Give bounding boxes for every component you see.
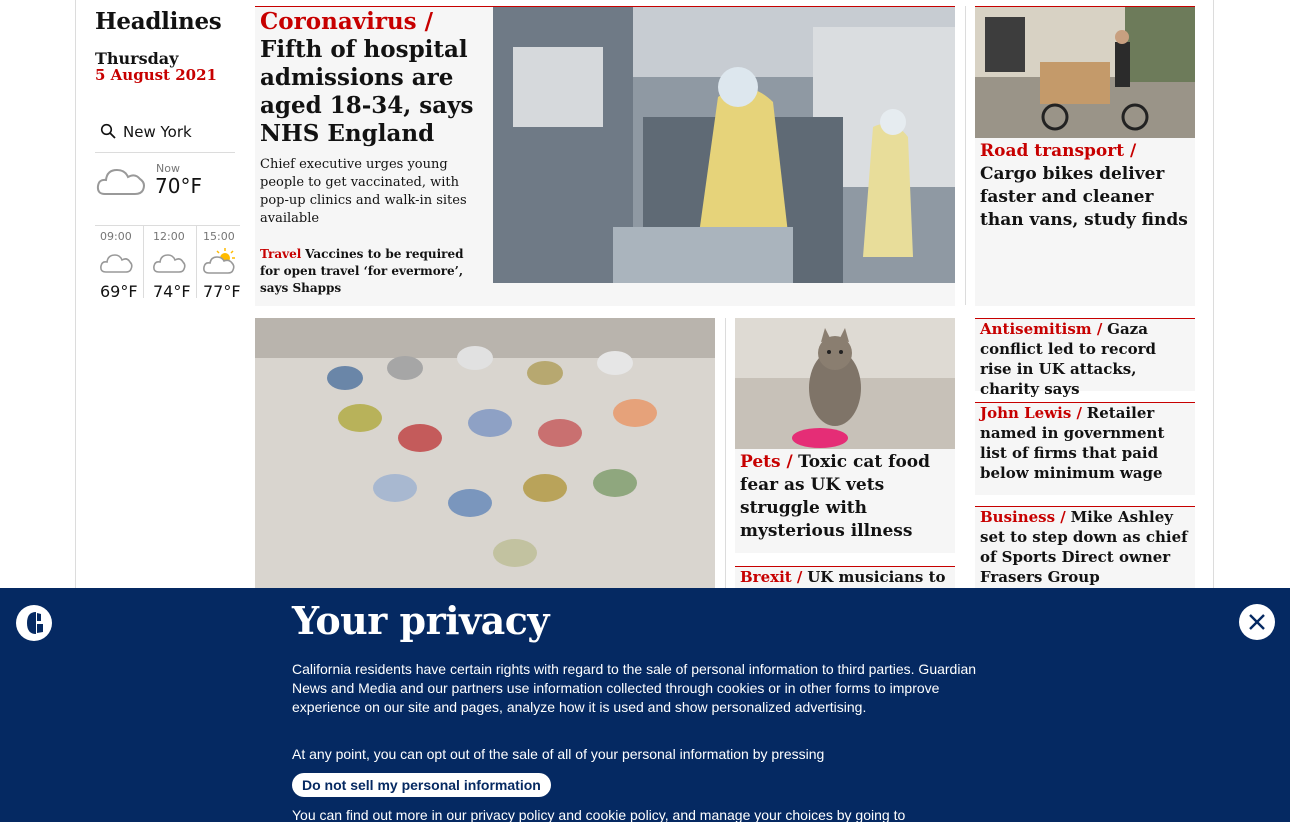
story-headline-brexit[interactable]: Brexit / UK musicians to (740, 567, 952, 587)
cloud-icon (153, 254, 186, 273)
partly-sunny-icon (203, 248, 235, 274)
privacy-title: Your privacy (292, 598, 550, 643)
related-link[interactable]: Travel Vaccines to be required for open … (260, 246, 482, 297)
story-headline-pets[interactable]: Pets / Toxic cat food fear as UK vets st… (740, 451, 952, 543)
headlines-header: Headlines Thursday 5 August 2021 (95, 8, 245, 84)
guardian-logo-icon (16, 605, 52, 641)
section-title: Headlines (95, 8, 222, 35)
story-kicker[interactable]: Road transport / (980, 141, 1136, 161)
forecast-time: 09:00 (100, 230, 132, 243)
story-headline-text[interactable]: Fifth of hospital admissions are aged 18… (260, 36, 473, 147)
cycling-photo[interactable] (255, 318, 715, 588)
story-headline-john-lewis[interactable]: John Lewis / Retailer named in governmen… (980, 403, 1192, 483)
divider (965, 6, 966, 305)
main-story-standfirst: Chief executive urges young people to ge… (260, 157, 467, 226)
cat-photo[interactable] (735, 318, 955, 449)
hourly-forecast: 09:00 69°F 12:00 74°F 15:00 77°F (95, 225, 241, 301)
privacy-optout-text: At any point, you can opt out of the sal… (292, 746, 825, 762)
hospital-photo[interactable] (493, 7, 955, 283)
story-kicker[interactable]: John Lewis / (980, 404, 1082, 422)
related-kicker[interactable]: Travel (260, 247, 301, 261)
location-name[interactable]: New York (123, 123, 192, 141)
forecast-item: 12:00 74°F (148, 226, 197, 301)
forecast-item: 15:00 77°F (198, 226, 246, 301)
cloud-icon (100, 254, 133, 273)
forecast-item: 09:00 69°F (95, 226, 144, 301)
privacy-banner: Your privacy California residents have c… (0, 588, 1290, 823)
weather-location-search[interactable]: New York (95, 118, 235, 153)
story-headline-text[interactable]: UK musicians to (807, 568, 945, 586)
forecast-time: 12:00 (153, 230, 185, 243)
forecast-time: 15:00 (203, 230, 235, 243)
story-kicker[interactable]: Pets / (740, 452, 793, 472)
story-headline-business[interactable]: Business / Mike Ashley set to step down … (980, 507, 1192, 587)
cargo-bike-photo[interactable] (975, 7, 1195, 138)
story-kicker[interactable]: Brexit / (740, 568, 802, 586)
day-label: Thursday (95, 49, 179, 68)
divider (725, 318, 726, 588)
close-icon[interactable] (1239, 604, 1275, 640)
close-button[interactable] (1239, 604, 1275, 640)
story-kicker[interactable]: Coronavirus / (260, 8, 433, 35)
date-label: 5 August 2021 (95, 66, 217, 84)
do-not-sell-button[interactable]: Do not sell my personal information (292, 773, 551, 797)
current-temperature: 70°F (155, 174, 202, 198)
main-story-headline[interactable]: Coronavirus / Fifth of hospital admissio… (260, 8, 485, 148)
forecast-temp: 77°F (203, 282, 241, 301)
forecast-temp: 74°F (153, 282, 191, 301)
story-headline-text[interactable]: Cargo bikes deliver faster and cleaner t… (980, 164, 1188, 230)
privacy-more-text: You can find out more in our privacy pol… (292, 807, 906, 823)
story-kicker[interactable]: Business / (980, 508, 1066, 526)
search-icon (100, 123, 116, 139)
cloud-icon (96, 168, 145, 195)
story-kicker[interactable]: Antisemitism / (980, 320, 1102, 338)
forecast-temp: 69°F (100, 282, 138, 301)
privacy-text: California residents have certain rights… (292, 661, 977, 715)
story-headline-antisemitism[interactable]: Antisemitism / Gaza conflict led to reco… (980, 319, 1192, 399)
story-headline-road-transport[interactable]: Road transport / Cargo bikes deliver fas… (980, 140, 1192, 232)
